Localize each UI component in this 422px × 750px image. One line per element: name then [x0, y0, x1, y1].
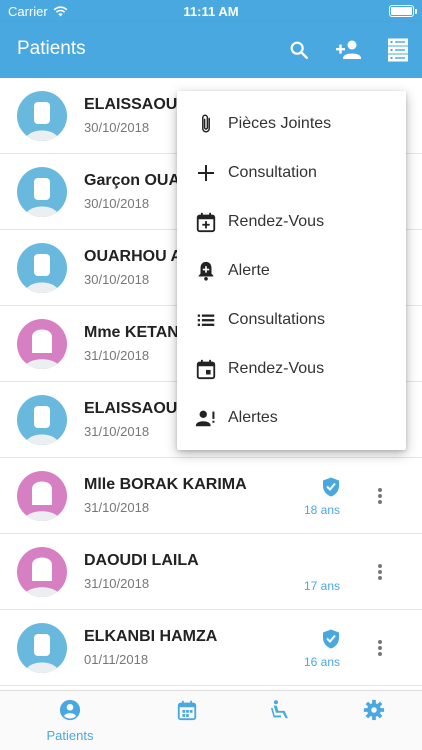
patient-row[interactable]: ELKANBI HAMZA 01/11/2018 16 ans: [0, 610, 422, 686]
menu-item-new-consultation[interactable]: Consultation: [177, 148, 406, 197]
menu-item-label: Rendez-Vous: [228, 359, 325, 377]
menu-item-new-appointment[interactable]: Rendez-Vous: [177, 197, 406, 246]
account-circle-icon: [59, 699, 81, 721]
kebab-icon: [378, 640, 382, 656]
person-add-icon: [336, 40, 361, 59]
kebab-icon: [378, 564, 382, 580]
more-options-button[interactable]: [368, 560, 392, 584]
menu-item-label: Rendez-Vous: [228, 212, 325, 230]
list-icon: [195, 309, 217, 331]
more-options-button[interactable]: [368, 484, 392, 508]
status-bar: Carrier 11:11 AM: [0, 0, 422, 22]
patient-age: 16 ans: [303, 655, 340, 669]
avatar-male: [17, 243, 67, 293]
patient-actions-menu: Pièces Jointes Consultation Rendez-Vous …: [177, 91, 406, 450]
seat-recline-icon: [270, 700, 288, 719]
avatar-male: [17, 395, 67, 445]
server-menu-button[interactable]: [385, 37, 411, 63]
menu-item-alerts[interactable]: Alertes: [177, 393, 406, 442]
patient-age: 18 ans: [303, 503, 340, 517]
server-icon: [388, 38, 408, 62]
patient-date: 30/10/2018: [84, 196, 150, 211]
search-button[interactable]: [286, 37, 312, 63]
patient-age: 17 ans: [303, 579, 340, 593]
bell-plus-icon: [195, 260, 217, 282]
gear-icon: [363, 699, 385, 721]
avatar-female: [17, 471, 67, 521]
tab-waiting-room[interactable]: [246, 699, 316, 726]
menu-item-appointments[interactable]: Rendez-Vous: [177, 344, 406, 393]
patient-name: ELAISSAOUI: [84, 96, 182, 113]
search-icon: [290, 41, 308, 59]
patient-date: 30/10/2018: [84, 272, 150, 287]
battery-icon: [389, 5, 417, 17]
avatar-male: [17, 623, 67, 673]
paperclip-icon: [195, 113, 217, 135]
patient-name: Mme KETAN: [84, 324, 179, 341]
menu-item-label: Consultations: [228, 310, 325, 328]
more-options-button[interactable]: [368, 636, 392, 660]
menu-item-label: Alerte: [228, 261, 270, 279]
calendar-icon: [177, 700, 197, 721]
plus-icon: [195, 162, 217, 184]
avatar-female: [17, 547, 67, 597]
patient-name: ELAISSAOUI: [84, 400, 182, 417]
patient-name: OUARHOU A: [84, 248, 183, 265]
calendar-icon: [195, 358, 217, 380]
tab-label: Patients: [46, 728, 94, 743]
patient-name: ELKANBI HAMZA: [84, 628, 218, 645]
patient-date: 31/10/2018: [84, 424, 150, 439]
patient-row[interactable]: Mlle BORAK KARIMA 31/10/2018 18 ans: [0, 458, 422, 534]
person-alert-icon: [195, 407, 217, 429]
patient-name: Garçon OUA: [84, 172, 181, 189]
patient-date: 31/10/2018: [84, 500, 150, 515]
clock: 11:11 AM: [183, 4, 239, 19]
tab-appointments[interactable]: [152, 699, 222, 726]
bottom-tab-bar: Patients: [0, 690, 422, 750]
add-patient-button[interactable]: [334, 37, 364, 63]
page-title: Patients: [17, 38, 86, 59]
calendar-plus-icon: [195, 211, 217, 233]
menu-item-attachments[interactable]: Pièces Jointes: [177, 99, 406, 148]
verified-shield-icon: [323, 477, 339, 497]
menu-item-consultations[interactable]: Consultations: [177, 295, 406, 344]
avatar-male: [17, 167, 67, 217]
patient-date: 31/10/2018: [84, 576, 150, 591]
patient-name: Mlle BORAK KARIMA: [84, 476, 247, 493]
menu-item-label: Pièces Jointes: [228, 114, 332, 132]
patient-date: 01/11/2018: [84, 652, 149, 667]
kebab-icon: [378, 488, 382, 504]
patient-date: 30/10/2018: [84, 120, 150, 135]
tab-settings[interactable]: [339, 699, 409, 726]
verified-shield-icon: [323, 629, 339, 649]
menu-item-new-alert[interactable]: Alerte: [177, 246, 406, 295]
tab-patients[interactable]: Patients: [35, 699, 105, 743]
patient-date: 31/10/2018: [84, 348, 150, 363]
app-bar: Patients: [0, 22, 422, 78]
patient-row[interactable]: DAOUDI LAILA 31/10/2018 17 ans: [0, 534, 422, 610]
patient-name: DAOUDI LAILA: [84, 552, 199, 569]
avatar-female: [17, 319, 67, 369]
menu-item-label: Alertes: [228, 408, 278, 426]
avatar-male: [17, 91, 67, 141]
menu-item-label: Consultation: [228, 163, 317, 181]
